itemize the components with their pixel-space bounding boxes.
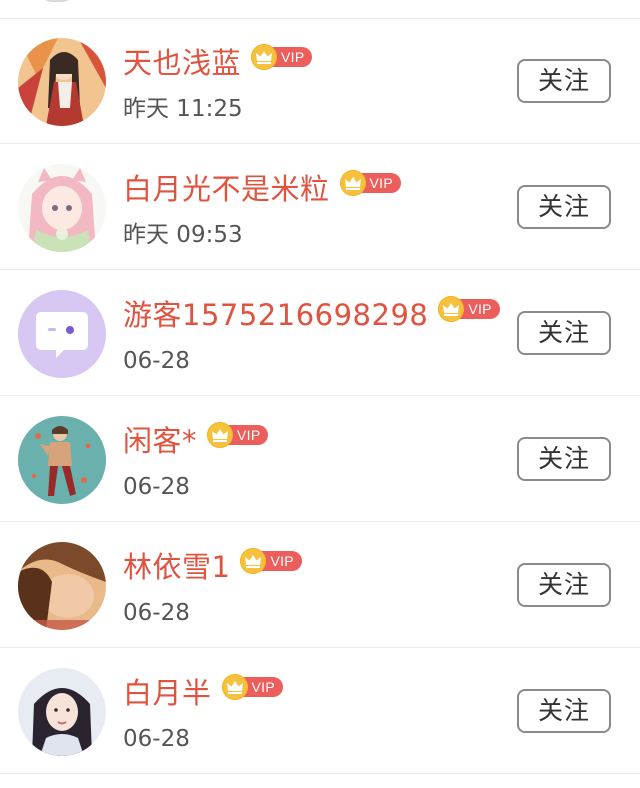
timestamp: 06-28 bbox=[123, 474, 190, 500]
follow-button[interactable]: 关注 bbox=[517, 689, 611, 733]
timestamp: 昨天 09:53 bbox=[123, 222, 243, 248]
crown-icon bbox=[221, 674, 248, 700]
avatar[interactable] bbox=[18, 668, 106, 756]
crown-icon bbox=[438, 296, 465, 322]
crown-icon bbox=[251, 44, 278, 70]
vip-badge: VIP bbox=[438, 296, 500, 322]
user-name[interactable]: 林依雪1 bbox=[123, 547, 230, 587]
avatar[interactable] bbox=[18, 290, 106, 378]
default-chat-bubble-avatar-icon bbox=[18, 290, 106, 378]
list-item[interactable]: 白月光不是米粒 VIP 昨天 09:53 关注 bbox=[0, 145, 640, 270]
crown-icon bbox=[240, 548, 267, 574]
vip-badge: VIP bbox=[221, 674, 283, 700]
user-name[interactable]: 游客1575216698298 bbox=[123, 295, 428, 335]
user-name[interactable]: 白月半 bbox=[123, 673, 212, 713]
list-item[interactable]: 白月半 VIP 06-28 关注 bbox=[0, 649, 640, 774]
photo-portrait-avatar-icon bbox=[18, 542, 106, 630]
list-item[interactable]: 林依雪1 VIP 06-28 关注 bbox=[0, 523, 640, 648]
vip-badge: VIP bbox=[339, 170, 401, 196]
user-name[interactable]: 白月光不是米粒 bbox=[123, 169, 330, 209]
list-item[interactable]: 游客1575216698298 VIP 06-28 关注 bbox=[0, 271, 640, 396]
previous-row-fragment bbox=[0, 0, 640, 19]
name-line: 林依雪1 VIP bbox=[123, 545, 302, 589]
illustrated-figure-avatar-icon bbox=[18, 416, 106, 504]
name-line: 天也浅蓝 VIP bbox=[123, 41, 313, 85]
timestamp: 昨天 11:25 bbox=[123, 96, 243, 122]
crown-icon bbox=[207, 422, 234, 448]
follow-button[interactable]: 关注 bbox=[517, 185, 611, 229]
user-list: 天也浅蓝 VIP 昨天 11:25 关注 白月光不是米粒 VIP 昨天 09:5… bbox=[0, 0, 640, 788]
avatar[interactable] bbox=[18, 542, 106, 630]
follow-button[interactable]: 关注 bbox=[517, 59, 611, 103]
name-line: 闲客* VIP bbox=[123, 419, 269, 463]
anime-girl-autumn-avatar-icon bbox=[18, 38, 106, 126]
follow-button[interactable]: 关注 bbox=[517, 563, 611, 607]
user-name[interactable]: 闲客* bbox=[123, 421, 197, 461]
list-item[interactable]: 天也浅蓝 VIP 昨天 11:25 关注 bbox=[0, 19, 640, 144]
follow-button[interactable]: 关注 bbox=[517, 311, 611, 355]
timestamp: 06-28 bbox=[123, 348, 190, 374]
timestamp: 06-28 bbox=[123, 726, 190, 752]
crown-icon bbox=[339, 170, 366, 196]
name-line: 白月光不是米粒 VIP bbox=[123, 167, 401, 211]
avatar[interactable] bbox=[18, 38, 106, 126]
avatar-fragment bbox=[40, 0, 74, 2]
name-line: 白月半 VIP bbox=[123, 671, 283, 715]
avatar[interactable] bbox=[18, 416, 106, 504]
photo-portrait-avatar-icon bbox=[18, 668, 106, 756]
name-line: 游客1575216698298 VIP bbox=[123, 293, 500, 337]
vip-badge: VIP bbox=[240, 548, 302, 574]
avatar[interactable] bbox=[18, 164, 106, 252]
vip-badge: VIP bbox=[207, 422, 269, 448]
timestamp: 06-28 bbox=[123, 600, 190, 626]
follow-button[interactable]: 关注 bbox=[517, 437, 611, 481]
anime-girl-pink-hair-avatar-icon bbox=[18, 164, 106, 252]
user-name[interactable]: 天也浅蓝 bbox=[123, 43, 241, 83]
list-item[interactable]: 闲客* VIP 06-28 关注 bbox=[0, 397, 640, 522]
vip-badge: VIP bbox=[251, 44, 313, 70]
